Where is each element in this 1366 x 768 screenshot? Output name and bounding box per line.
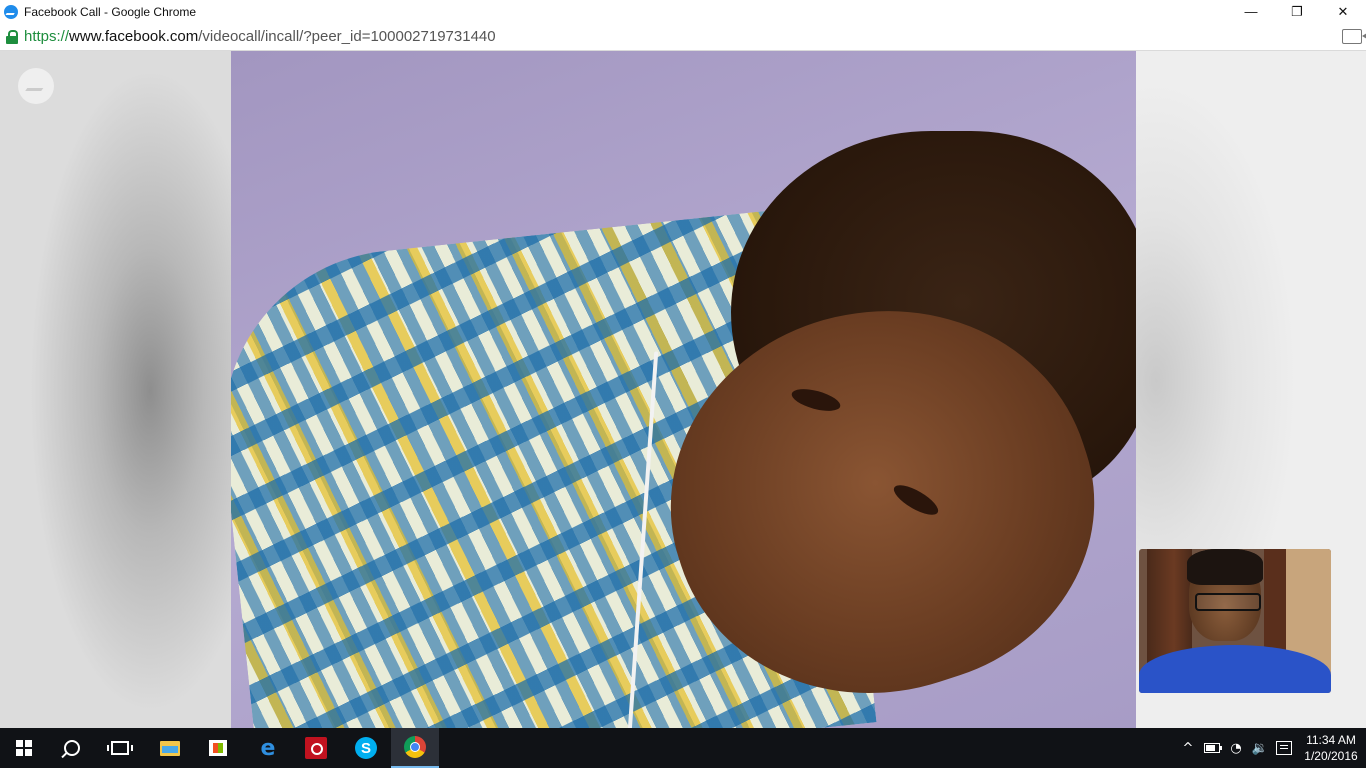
chrome-button[interactable] xyxy=(391,728,439,768)
call-stage xyxy=(0,51,1366,728)
action-center-button[interactable] xyxy=(1272,728,1296,768)
task-view-icon xyxy=(107,741,133,755)
url-scheme: https:// xyxy=(24,28,70,45)
battery-icon xyxy=(1204,743,1222,753)
show-hidden-icons-button[interactable]: ^ xyxy=(1176,728,1200,768)
self-view-glasses xyxy=(1195,593,1261,611)
wifi-button[interactable]: ◔ xyxy=(1224,728,1248,768)
wifi-icon: ◔ xyxy=(1230,740,1242,756)
chrome-icon xyxy=(404,736,426,758)
search-icon xyxy=(64,740,80,756)
window-title-bar: Facebook Call - Google Chrome — ❐ ✕ xyxy=(0,0,1366,23)
task-view-button[interactable] xyxy=(96,728,144,768)
battery-button[interactable] xyxy=(1200,728,1224,768)
store-button[interactable] xyxy=(194,728,242,768)
messenger-logo-icon xyxy=(18,68,54,104)
clock-time: 11:34 AM xyxy=(1306,733,1356,747)
store-icon xyxy=(209,740,227,756)
address-bar[interactable]: https://www.facebook.com/videocall/incal… xyxy=(0,23,1366,51)
taskbar-clock[interactable]: 11:34 AM 1/20/2016 xyxy=(1296,728,1366,768)
lock-icon[interactable] xyxy=(6,29,18,44)
restore-button[interactable]: ❐ xyxy=(1274,0,1320,23)
notification-icon xyxy=(1276,741,1292,755)
skype-icon: S xyxy=(355,737,377,759)
edge-button[interactable]: e xyxy=(244,728,292,768)
taskbar-search-button[interactable] xyxy=(48,728,96,768)
camera-icon[interactable] xyxy=(1342,29,1366,44)
minimize-button[interactable]: — xyxy=(1228,0,1274,23)
url-path: /videocall/incall/?peer_id=1000027197314… xyxy=(198,28,496,45)
self-view-hair-top xyxy=(1187,549,1263,585)
file-explorer-button[interactable] xyxy=(146,728,194,768)
blurred-background-left xyxy=(0,51,231,728)
remote-video[interactable] xyxy=(231,51,1136,728)
self-view-video[interactable] xyxy=(1139,549,1331,693)
url-host: www.facebook.com xyxy=(69,28,199,45)
messenger-icon xyxy=(4,4,18,19)
skype-button[interactable]: S xyxy=(342,728,390,768)
folder-icon xyxy=(160,740,180,756)
edge-icon: e xyxy=(260,735,276,761)
windows-start-icon xyxy=(16,740,32,756)
clock-date: 1/20/2016 xyxy=(1304,749,1358,763)
system-tray: ^ ◔ 🔉 11:34 AM 1/20/2016 xyxy=(1176,728,1366,768)
window-title: Facebook Call - Google Chrome xyxy=(24,4,197,19)
taskbar: e S ^ ◔ 🔉 11:34 AM 1/20/2016 xyxy=(0,728,1366,768)
chevron-up-icon: ^ xyxy=(1182,740,1194,756)
volume-button[interactable]: 🔉 xyxy=(1248,728,1272,768)
app-icon xyxy=(305,737,327,759)
url-text[interactable]: https://www.facebook.com/videocall/incal… xyxy=(24,28,496,45)
start-button[interactable] xyxy=(0,728,48,768)
close-button[interactable]: ✕ xyxy=(1320,0,1366,23)
volume-icon: 🔉 xyxy=(1251,740,1269,756)
window-controls: — ❐ ✕ xyxy=(1228,0,1366,23)
red-app-button[interactable] xyxy=(292,728,340,768)
